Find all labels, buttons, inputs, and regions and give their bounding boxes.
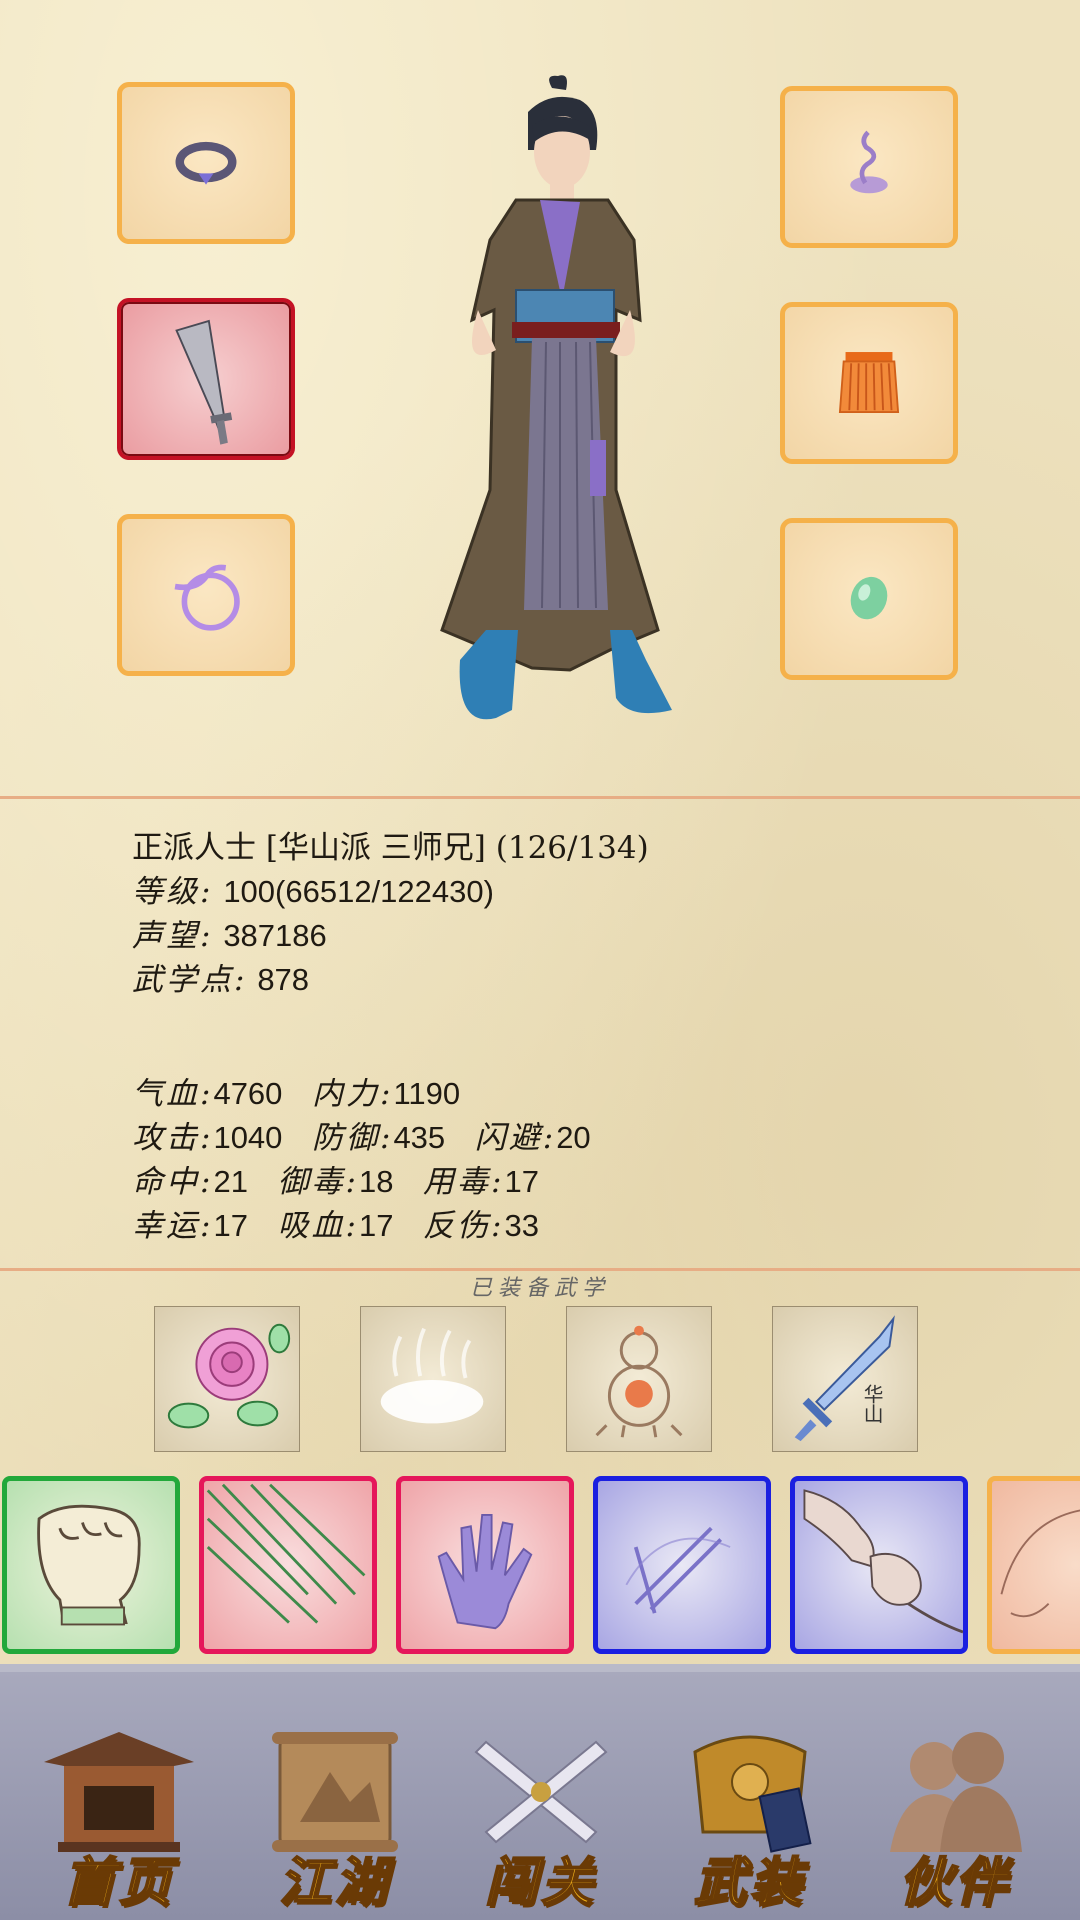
def-value: 435 [393, 1120, 446, 1155]
character-portrait [440, 75, 672, 720]
equip-slot-belt[interactable] [780, 302, 958, 464]
attr-row-2: 攻击:1040 防御:435 闪避:20 [132, 1112, 591, 1157]
level-label: 等级: [132, 874, 214, 910]
mp-label: 内力: [311, 1076, 394, 1112]
nav-huoban[interactable]: 伙伴 [870, 1722, 1040, 1914]
points-value: 878 [257, 962, 310, 997]
nav-chuangguan-label: 闯关 [484, 1851, 597, 1914]
belt-skirt-icon [838, 352, 900, 414]
skill-card-needles[interactable] [199, 1476, 377, 1654]
def-label: 防御: [311, 1120, 394, 1156]
mist-icon [380, 1327, 484, 1424]
huashan-sword-icon: 华山 [794, 1315, 895, 1442]
staff-icon [625, 1526, 731, 1614]
fame-value: 387186 [223, 918, 327, 953]
equip-slot-ring[interactable] [117, 82, 295, 244]
poison-use-value: 17 [504, 1164, 539, 1199]
luck-value: 17 [213, 1208, 248, 1243]
poison-res-label: 御毒: [277, 1164, 359, 1200]
divider-top [0, 796, 1080, 799]
ring-icon [175, 141, 237, 185]
equip-slot-bracelet[interactable] [117, 514, 295, 676]
gourd-icon [595, 1325, 683, 1438]
atk-value: 1040 [213, 1120, 283, 1155]
attr-row-1: 气血:4760 内力:1190 [132, 1068, 460, 1113]
poison-use-label: 用毒: [423, 1164, 505, 1200]
rose-icon [167, 1323, 291, 1429]
saber-icon [175, 319, 233, 445]
equipped-skill-mist[interactable] [360, 1306, 506, 1452]
hit-value: 21 [213, 1164, 248, 1199]
nav-jianghu-label: 江湖 [278, 1851, 391, 1914]
dodge-label: 闪避: [474, 1120, 557, 1156]
attr-row-4: 幸运:17 吸血:17 反伤:33 [132, 1200, 539, 1245]
skill-card-palm[interactable] [396, 1476, 574, 1654]
skill-card-grapple[interactable] [790, 1476, 968, 1654]
needles-icon [206, 1483, 366, 1624]
luck-label: 幸运: [132, 1208, 214, 1244]
hp-value: 4760 [213, 1076, 283, 1111]
palm-icon [437, 1514, 533, 1630]
fist-icon [37, 1504, 141, 1626]
dodge-value: 20 [556, 1120, 591, 1155]
character-title: 正派人士 [华山派 三师兄] (126/134) [132, 822, 649, 867]
fame-label: 声望: [132, 918, 214, 954]
nav-wuzhuang[interactable]: 武装 [665, 1722, 835, 1914]
jade-icon [850, 576, 888, 620]
nav-home-label: 首页 [62, 1851, 175, 1914]
atk-label: 攻击: [132, 1120, 214, 1156]
skill-card-strip[interactable] [0, 1474, 1080, 1664]
hit-label: 命中: [132, 1164, 214, 1200]
lifesteal-label: 吸血: [277, 1208, 359, 1244]
nav-wuzhuang-label: 武装 [693, 1851, 806, 1914]
huashan-sword-tag: 华山 [860, 1384, 883, 1423]
hp-label: 气血: [132, 1076, 214, 1112]
bracelet-icon [174, 564, 240, 631]
lifesteal-value: 17 [358, 1208, 394, 1243]
equip-slot-jade[interactable] [780, 518, 958, 680]
grapple-icon [803, 1489, 964, 1634]
title-text: 正派人士 [华山派 三师兄] (126/134) [132, 830, 649, 866]
reflect-value: 33 [504, 1208, 539, 1243]
equipped-skill-rose[interactable] [154, 1306, 300, 1452]
partial-card-icon [1000, 1509, 1080, 1618]
equip-slot-incense[interactable] [780, 86, 958, 248]
attr-row-3: 命中:21 御毒:18 用毒:17 [132, 1156, 539, 1201]
equipped-skills-title: 已装备武学 [469, 1276, 610, 1301]
points-line: 武学点: 878 [132, 954, 309, 999]
mp-value: 1190 [393, 1076, 461, 1111]
equipped-skill-gourd[interactable] [566, 1306, 712, 1452]
nav-chuangguan[interactable]: 闯关 [456, 1722, 626, 1914]
nav-huoban-label: 伙伴 [898, 1851, 1011, 1914]
level-value: 100(66512/122430) [223, 874, 494, 909]
skill-card-fist[interactable] [2, 1476, 180, 1654]
reflect-label: 反伤: [423, 1208, 505, 1244]
equip-slot-weapon[interactable] [117, 298, 295, 460]
incense-icon [850, 130, 888, 194]
skill-card-staff[interactable] [593, 1476, 771, 1654]
bottom-nav: 首页 江湖 闯关 武装 伙伴 [0, 1664, 1080, 1920]
fame-line: 声望: 387186 [132, 910, 327, 955]
poison-res-value: 18 [358, 1164, 394, 1199]
level-line: 等级: 100(66512/122430) [132, 866, 494, 911]
skill-card-partial[interactable] [987, 1476, 1080, 1654]
nav-home[interactable]: 首页 [34, 1722, 204, 1914]
equipped-skill-huashan-sword[interactable]: 华山 [772, 1306, 918, 1452]
points-label: 武学点: [132, 962, 248, 998]
nav-jianghu[interactable]: 江湖 [250, 1722, 420, 1914]
